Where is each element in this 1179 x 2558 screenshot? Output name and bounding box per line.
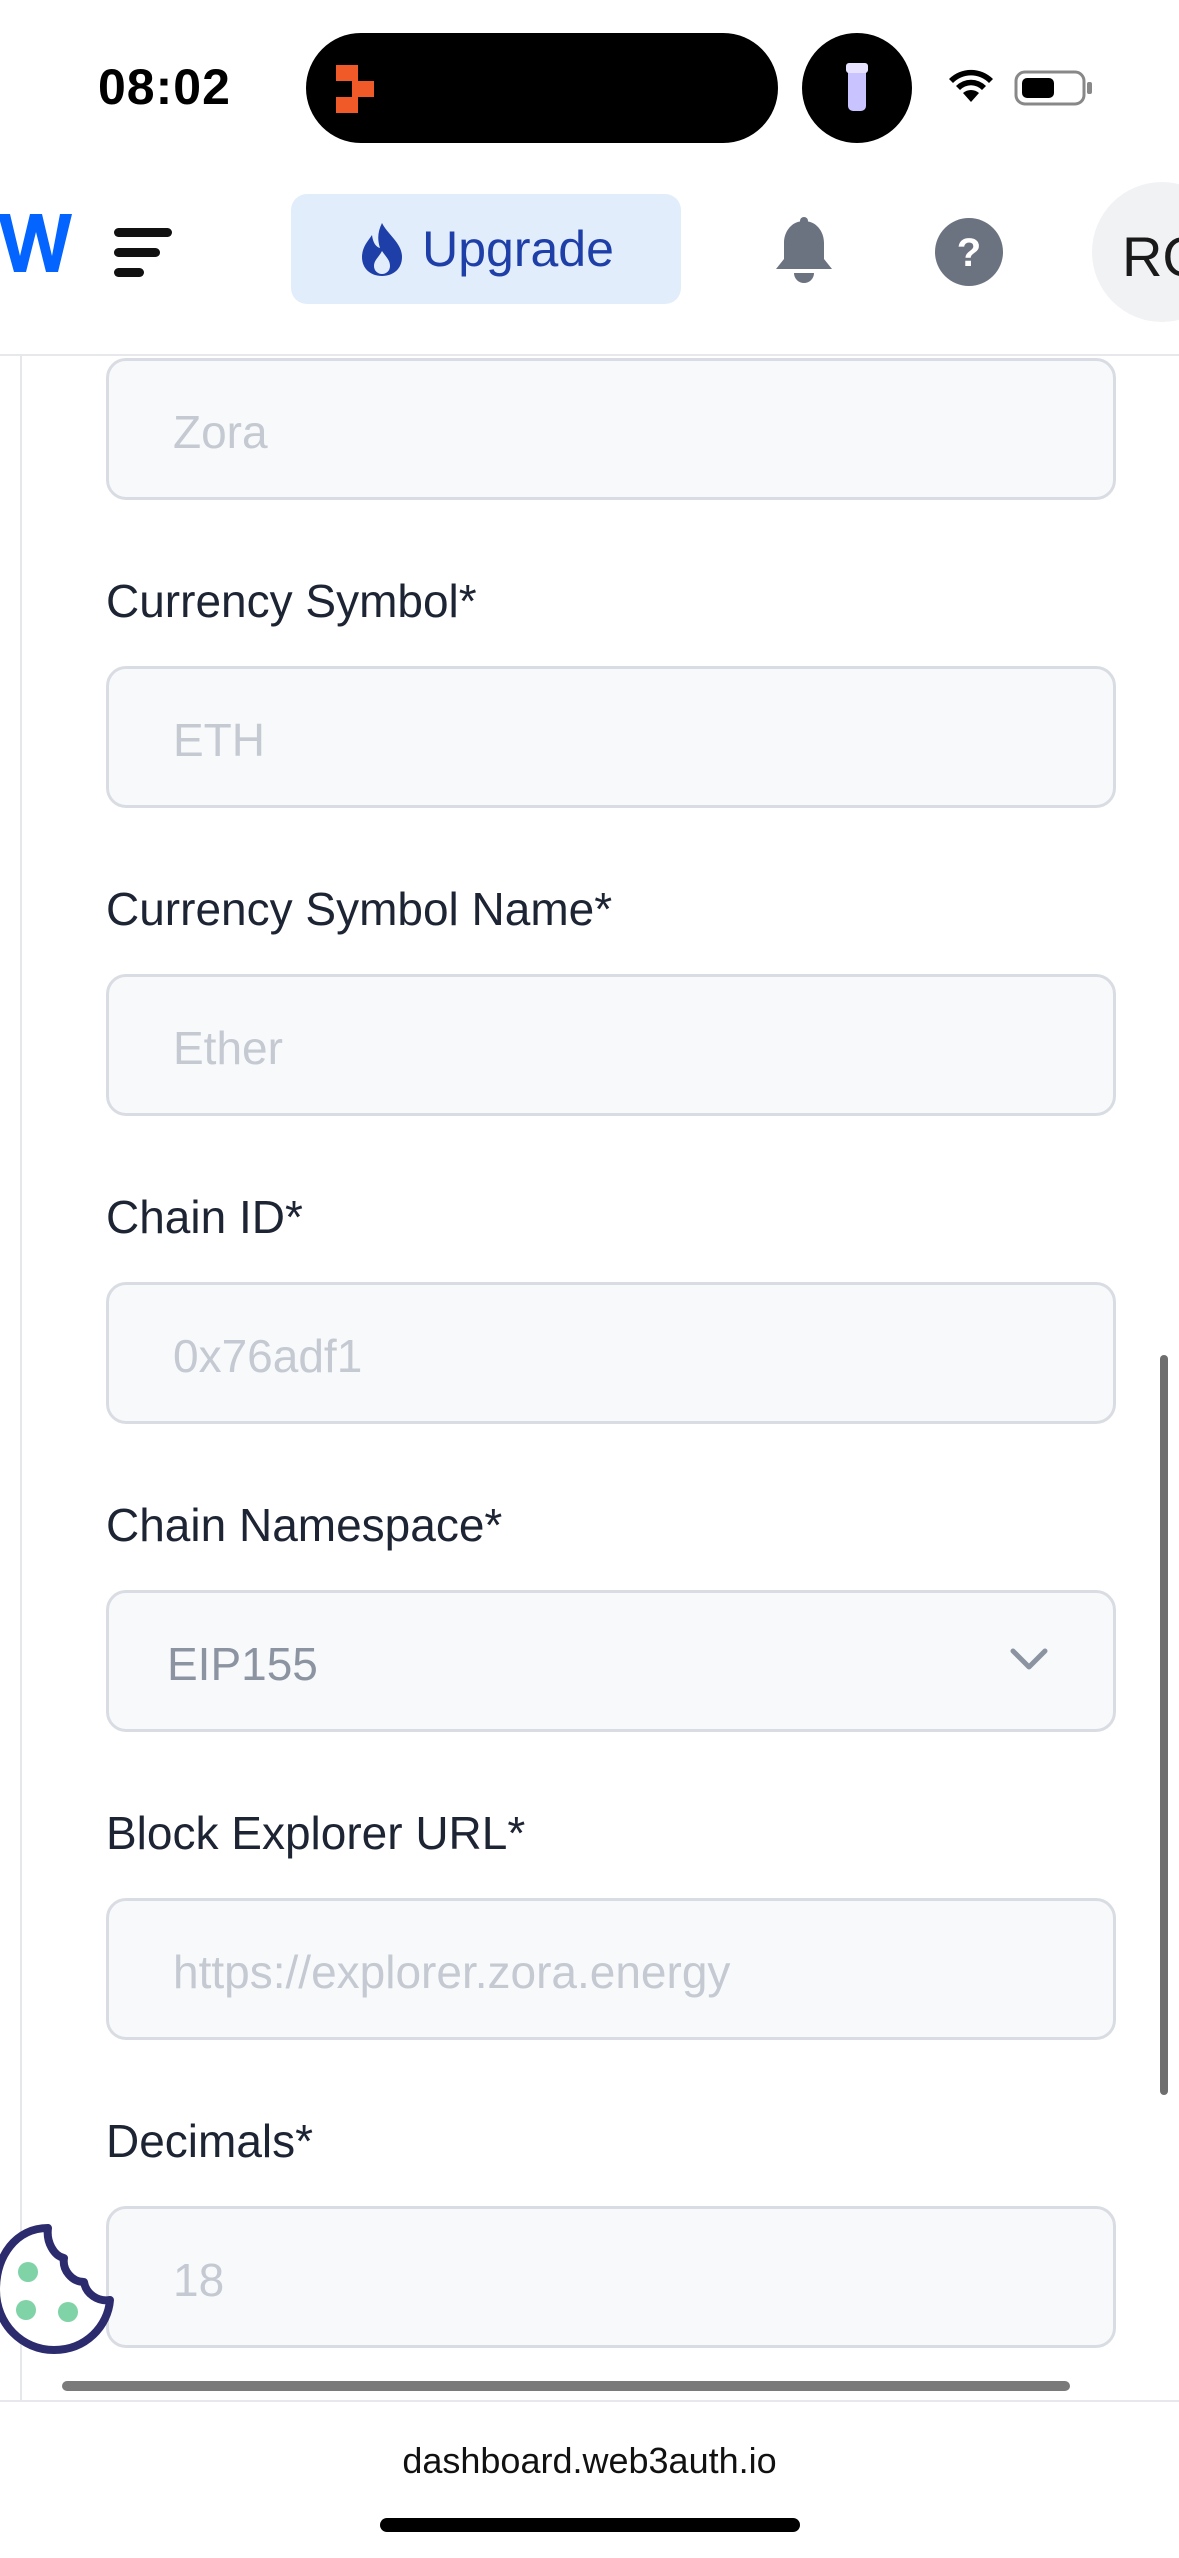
flashlight-indicator: [802, 33, 912, 143]
currency-symbol-placeholder: ETH: [173, 714, 265, 766]
status-time: 08:02: [98, 59, 231, 115]
flashlight-icon: [846, 63, 868, 111]
dynamic-island: [306, 33, 778, 143]
flame-icon: [362, 223, 403, 276]
decimals-field[interactable]: 18: [106, 2206, 1116, 2348]
currency-symbol-field[interactable]: ETH: [106, 666, 1116, 808]
decimals-label: Decimals*: [106, 2115, 314, 2167]
hamburger-menu-icon[interactable]: [112, 222, 176, 282]
currency-symbol-name-field[interactable]: Ether: [106, 974, 1116, 1116]
browser-url-bar[interactable]: dashboard.web3auth.io: [0, 2400, 1179, 2558]
wifi-icon: [949, 69, 993, 102]
vertical-scrollbar[interactable]: [1160, 1355, 1168, 2095]
network-name-field[interactable]: Zora: [106, 358, 1116, 500]
chain-id-field[interactable]: 0x76adf1: [106, 1282, 1116, 1424]
user-avatar[interactable]: RO: [1092, 182, 1179, 322]
app-header: Upgrade ? RO: [0, 170, 1179, 356]
currency-symbol-name-label: Currency Symbol Name*: [106, 883, 613, 935]
currency-symbol-name-placeholder: Ether: [173, 1022, 283, 1074]
upgrade-button[interactable]: Upgrade: [291, 194, 681, 304]
chain-namespace-value: EIP155: [167, 1638, 318, 1690]
live-activity-app-icon: [336, 65, 374, 113]
decimals-placeholder: 18: [173, 2254, 225, 2306]
chevron-down-icon: [1010, 1648, 1048, 1670]
help-icon[interactable]: ?: [934, 217, 1004, 287]
status-bar: 08:02: [0, 0, 1179, 170]
block-explorer-url-field[interactable]: https://explorer.zora.energy: [106, 1898, 1116, 2040]
svg-text:?: ?: [957, 231, 981, 275]
avatar-initials: RO: [1122, 225, 1179, 288]
chain-namespace-label: Chain Namespace*: [106, 1499, 503, 1551]
notification-bell-icon[interactable]: [772, 217, 836, 287]
horizontal-scrollbar[interactable]: [62, 2381, 1070, 2391]
chain-namespace-select[interactable]: EIP155: [106, 1590, 1116, 1732]
web3auth-logo-icon[interactable]: [0, 214, 74, 274]
url-text[interactable]: dashboard.web3auth.io: [0, 2440, 1179, 2482]
network-name-placeholder: Zora: [173, 406, 268, 458]
cookie-consent-icon[interactable]: [0, 2220, 118, 2360]
home-indicator[interactable]: [380, 2518, 800, 2532]
chain-id-placeholder: 0x76adf1: [173, 1330, 363, 1382]
chain-id-label: Chain ID*: [106, 1191, 303, 1243]
battery-icon: [1014, 70, 1092, 106]
block-explorer-url-placeholder: https://explorer.zora.energy: [173, 1946, 731, 1998]
upgrade-label: Upgrade: [422, 221, 614, 277]
currency-symbol-label: Currency Symbol*: [106, 575, 477, 627]
block-explorer-url-label: Block Explorer URL*: [106, 1807, 526, 1859]
sidebar-divider: [20, 356, 22, 2400]
